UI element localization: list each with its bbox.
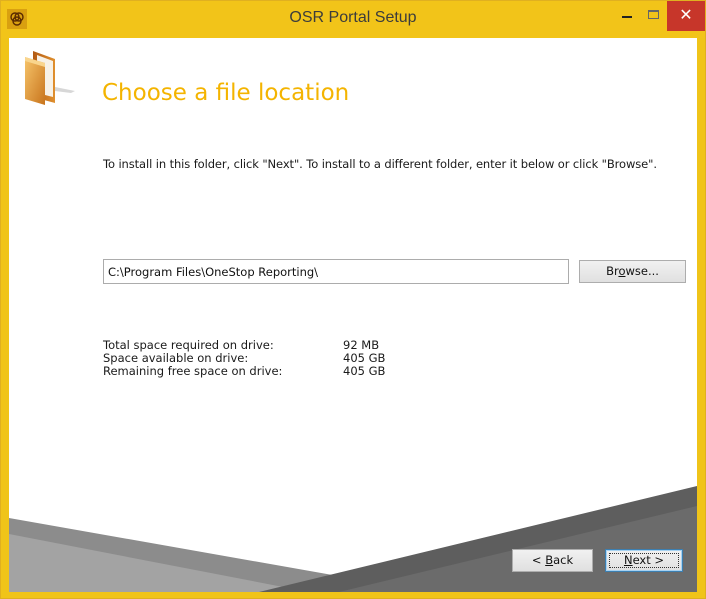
browse-button[interactable]: Browse... xyxy=(579,260,686,283)
page-heading: Choose a file location xyxy=(102,80,350,106)
space-value: 92 MB xyxy=(343,338,380,352)
folder-icon xyxy=(25,51,75,105)
instruction-text: To install in this folder, click "Next".… xyxy=(103,157,657,171)
back-label-end: ack xyxy=(553,553,574,567)
decorative-footer-shapes xyxy=(9,486,697,592)
browse-label-start: Br xyxy=(606,264,619,278)
minimize-icon xyxy=(622,16,632,18)
maximize-icon xyxy=(648,10,659,19)
minimize-button[interactable] xyxy=(613,1,641,31)
space-label: Space available on drive: xyxy=(103,351,249,365)
close-button[interactable]: ✕ xyxy=(667,1,705,31)
space-value: 405 GB xyxy=(343,351,386,365)
space-label: Total space required on drive: xyxy=(103,338,274,352)
back-accelerator: B xyxy=(545,553,554,567)
setup-window: OSR Portal Setup ✕ Choose a file locatio… xyxy=(0,0,706,599)
next-button[interactable]: Next > xyxy=(605,549,683,572)
space-value: 405 GB xyxy=(343,364,386,378)
wizard-content: Choose a file location To install in thi… xyxy=(9,38,697,592)
back-label-start: < xyxy=(531,553,546,567)
window-title: OSR Portal Setup xyxy=(289,9,417,26)
install-path-input[interactable] xyxy=(103,259,569,284)
focus-rectangle xyxy=(609,553,679,568)
back-button[interactable]: < Back xyxy=(512,549,593,572)
maximize-button[interactable] xyxy=(641,1,667,31)
browse-label-end: wse... xyxy=(625,264,659,278)
close-icon: ✕ xyxy=(679,5,693,24)
title-bar[interactable]: OSR Portal Setup ✕ xyxy=(1,1,705,38)
space-label: Remaining free space on drive: xyxy=(103,364,283,378)
